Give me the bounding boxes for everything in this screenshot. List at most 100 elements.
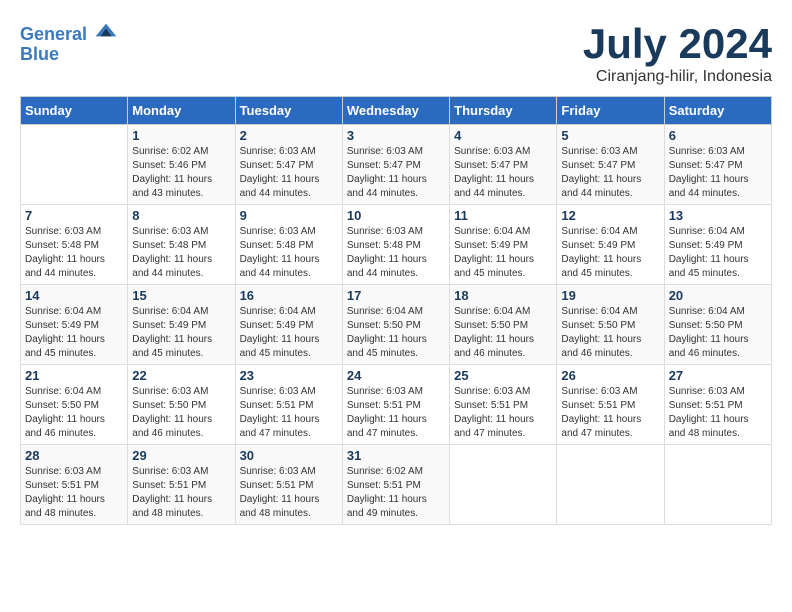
day-number: 3 <box>347 128 445 143</box>
logo: General Blue <box>20 20 118 65</box>
calendar-week-row: 1 Sunrise: 6:02 AMSunset: 5:46 PMDaylight… <box>21 125 772 205</box>
calendar-day-cell: 2Sunrise: 6:03 AMSunset: 5:47 PMDaylight… <box>235 125 342 205</box>
calendar-day-cell: 23 Sunrise: 6:03 AMSunset: 5:51 PMDayligh… <box>235 365 342 445</box>
day-number: 13 <box>669 208 767 223</box>
weekday-header: Saturday <box>664 97 771 125</box>
calendar-day-cell: 10 Sunrise: 6:03 AMSunset: 5:48 PMDayligh… <box>342 205 449 285</box>
day-info: Sunrise: 6:03 AMSunset: 5:51 PMDaylight:… <box>454 385 552 441</box>
calendar-day-cell: 29 Sunrise: 6:03 AMSunset: 5:51 PMDayligh… <box>128 445 235 525</box>
day-info: Sunrise: 6:04 AMSunset: 5:49 PMDaylight:… <box>132 305 230 361</box>
day-info: Sunrise: 6:04 AMSunset: 5:49 PMDaylight:… <box>240 305 338 361</box>
calendar-day-cell: 17 Sunrise: 6:04 AMSunset: 5:50 PMDayligh… <box>342 285 449 365</box>
day-number: 18 <box>454 288 552 303</box>
day-info: Sunrise: 6:03 AMSunset: 5:51 PMDaylight:… <box>669 385 767 441</box>
day-info: Sunrise: 6:02 AMSunset: 5:46 PMDaylight:… <box>132 145 230 201</box>
day-number: 19 <box>561 288 659 303</box>
calendar-week-row: 7Sunrise: 6:03 AMSunset: 5:48 PMDaylight… <box>21 205 772 285</box>
title-block: July 2024 Ciranjang-hilir, Indonesia <box>583 20 772 86</box>
day-info: Sunrise: 6:04 AMSunset: 5:49 PMDaylight:… <box>561 225 659 281</box>
day-number: 23 <box>240 368 338 383</box>
weekday-header: Friday <box>557 97 664 125</box>
day-number: 31 <box>347 448 445 463</box>
calendar-day-cell: 22 Sunrise: 6:03 AMSunset: 5:50 PMDayligh… <box>128 365 235 445</box>
calendar-day-cell <box>450 445 557 525</box>
day-number: 24 <box>347 368 445 383</box>
calendar-week-row: 28 Sunrise: 6:03 AMSunset: 5:51 PMDayligh… <box>21 445 772 525</box>
day-number: 30 <box>240 448 338 463</box>
weekday-header-row: SundayMondayTuesdayWednesdayThursdayFrid… <box>21 97 772 125</box>
calendar-day-cell: 28 Sunrise: 6:03 AMSunset: 5:51 PMDayligh… <box>21 445 128 525</box>
day-number: 5 <box>561 128 659 143</box>
calendar-day-cell: 24 Sunrise: 6:03 AMSunset: 5:51 PMDayligh… <box>342 365 449 445</box>
calendar-day-cell: 4Sunrise: 6:03 AMSunset: 5:47 PMDaylight… <box>450 125 557 205</box>
day-number: 26 <box>561 368 659 383</box>
day-info: Sunrise: 6:04 AMSunset: 5:50 PMDaylight:… <box>347 305 445 361</box>
calendar-day-cell: 15 Sunrise: 6:04 AMSunset: 5:49 PMDayligh… <box>128 285 235 365</box>
day-info: Sunrise: 6:03 AMSunset: 5:51 PMDaylight:… <box>240 465 338 521</box>
day-info: Sunrise: 6:03 AMSunset: 5:48 PMDaylight:… <box>240 225 338 281</box>
calendar-day-cell: 8 Sunrise: 6:03 AMSunset: 5:48 PMDaylight… <box>128 205 235 285</box>
logo-blue-text: Blue <box>20 45 118 65</box>
location-subtitle: Ciranjang-hilir, Indonesia <box>583 68 772 86</box>
calendar-day-cell: 18 Sunrise: 6:04 AMSunset: 5:50 PMDayligh… <box>450 285 557 365</box>
day-number: 28 <box>25 448 123 463</box>
day-number: 22 <box>132 368 230 383</box>
calendar-day-cell: 14 Sunrise: 6:04 AMSunset: 5:49 PMDayligh… <box>21 285 128 365</box>
calendar-day-cell: 7Sunrise: 6:03 AMSunset: 5:48 PMDaylight… <box>21 205 128 285</box>
calendar-day-cell: 9 Sunrise: 6:03 AMSunset: 5:48 PMDaylight… <box>235 205 342 285</box>
weekday-header: Tuesday <box>235 97 342 125</box>
day-number: 15 <box>132 288 230 303</box>
day-info: Sunrise: 6:03 AMSunset: 5:50 PMDaylight:… <box>132 385 230 441</box>
day-number: 29 <box>132 448 230 463</box>
calendar-day-cell <box>21 125 128 205</box>
day-info: Sunrise: 6:03 AMSunset: 5:51 PMDaylight:… <box>347 385 445 441</box>
calendar-day-cell: 26 Sunrise: 6:03 AMSunset: 5:51 PMDayligh… <box>557 365 664 445</box>
calendar-day-cell: 21Sunrise: 6:04 AMSunset: 5:50 PMDayligh… <box>21 365 128 445</box>
day-info: Sunrise: 6:03 AMSunset: 5:47 PMDaylight:… <box>669 145 767 201</box>
day-info: Sunrise: 6:03 AMSunset: 5:51 PMDaylight:… <box>561 385 659 441</box>
day-info: Sunrise: 6:02 AMSunset: 5:51 PMDaylight:… <box>347 465 445 521</box>
day-info: Sunrise: 6:03 AMSunset: 5:51 PMDaylight:… <box>132 465 230 521</box>
calendar-day-cell: 30 Sunrise: 6:03 AMSunset: 5:51 PMDayligh… <box>235 445 342 525</box>
day-info: Sunrise: 6:03 AMSunset: 5:48 PMDaylight:… <box>132 225 230 281</box>
weekday-header: Sunday <box>21 97 128 125</box>
logo-icon <box>94 20 118 40</box>
calendar-day-cell: 5Sunrise: 6:03 AMSunset: 5:47 PMDaylight… <box>557 125 664 205</box>
day-info: Sunrise: 6:04 AMSunset: 5:49 PMDaylight:… <box>669 225 767 281</box>
day-info: Sunrise: 6:03 AMSunset: 5:51 PMDaylight:… <box>25 465 123 521</box>
day-number: 14 <box>25 288 123 303</box>
calendar-week-row: 14 Sunrise: 6:04 AMSunset: 5:49 PMDayligh… <box>21 285 772 365</box>
calendar-week-row: 21Sunrise: 6:04 AMSunset: 5:50 PMDayligh… <box>21 365 772 445</box>
calendar-day-cell: 6 Sunrise: 6:03 AMSunset: 5:47 PMDaylight… <box>664 125 771 205</box>
day-info: Sunrise: 6:03 AMSunset: 5:47 PMDaylight:… <box>454 145 552 201</box>
day-number: 9 <box>240 208 338 223</box>
calendar-table: SundayMondayTuesdayWednesdayThursdayFrid… <box>20 96 772 525</box>
day-number: 2 <box>240 128 338 143</box>
calendar-day-cell: 11 Sunrise: 6:04 AMSunset: 5:49 PMDayligh… <box>450 205 557 285</box>
day-info: Sunrise: 6:04 AMSunset: 5:50 PMDaylight:… <box>454 305 552 361</box>
weekday-header: Monday <box>128 97 235 125</box>
calendar-day-cell: 12Sunrise: 6:04 AMSunset: 5:49 PMDayligh… <box>557 205 664 285</box>
day-number: 10 <box>347 208 445 223</box>
calendar-day-cell: 19Sunrise: 6:04 AMSunset: 5:50 PMDayligh… <box>557 285 664 365</box>
day-info: Sunrise: 6:04 AMSunset: 5:49 PMDaylight:… <box>454 225 552 281</box>
day-number: 1 <box>132 128 230 143</box>
calendar-day-cell: 1 Sunrise: 6:02 AMSunset: 5:46 PMDaylight… <box>128 125 235 205</box>
day-number: 27 <box>669 368 767 383</box>
day-info: Sunrise: 6:04 AMSunset: 5:50 PMDaylight:… <box>669 305 767 361</box>
calendar-day-cell: 3 Sunrise: 6:03 AMSunset: 5:47 PMDaylight… <box>342 125 449 205</box>
weekday-header: Thursday <box>450 97 557 125</box>
day-number: 8 <box>132 208 230 223</box>
weekday-header: Wednesday <box>342 97 449 125</box>
calendar-day-cell: 31 Sunrise: 6:02 AMSunset: 5:51 PMDayligh… <box>342 445 449 525</box>
day-info: Sunrise: 6:03 AMSunset: 5:51 PMDaylight:… <box>240 385 338 441</box>
day-info: Sunrise: 6:03 AMSunset: 5:48 PMDaylight:… <box>347 225 445 281</box>
day-info: Sunrise: 6:04 AMSunset: 5:49 PMDaylight:… <box>25 305 123 361</box>
day-number: 17 <box>347 288 445 303</box>
calendar-day-cell <box>664 445 771 525</box>
calendar-day-cell <box>557 445 664 525</box>
day-number: 11 <box>454 208 552 223</box>
day-info: Sunrise: 6:03 AMSunset: 5:47 PMDaylight:… <box>347 145 445 201</box>
day-info: Sunrise: 6:03 AMSunset: 5:48 PMDaylight:… <box>25 225 123 281</box>
day-number: 6 <box>669 128 767 143</box>
